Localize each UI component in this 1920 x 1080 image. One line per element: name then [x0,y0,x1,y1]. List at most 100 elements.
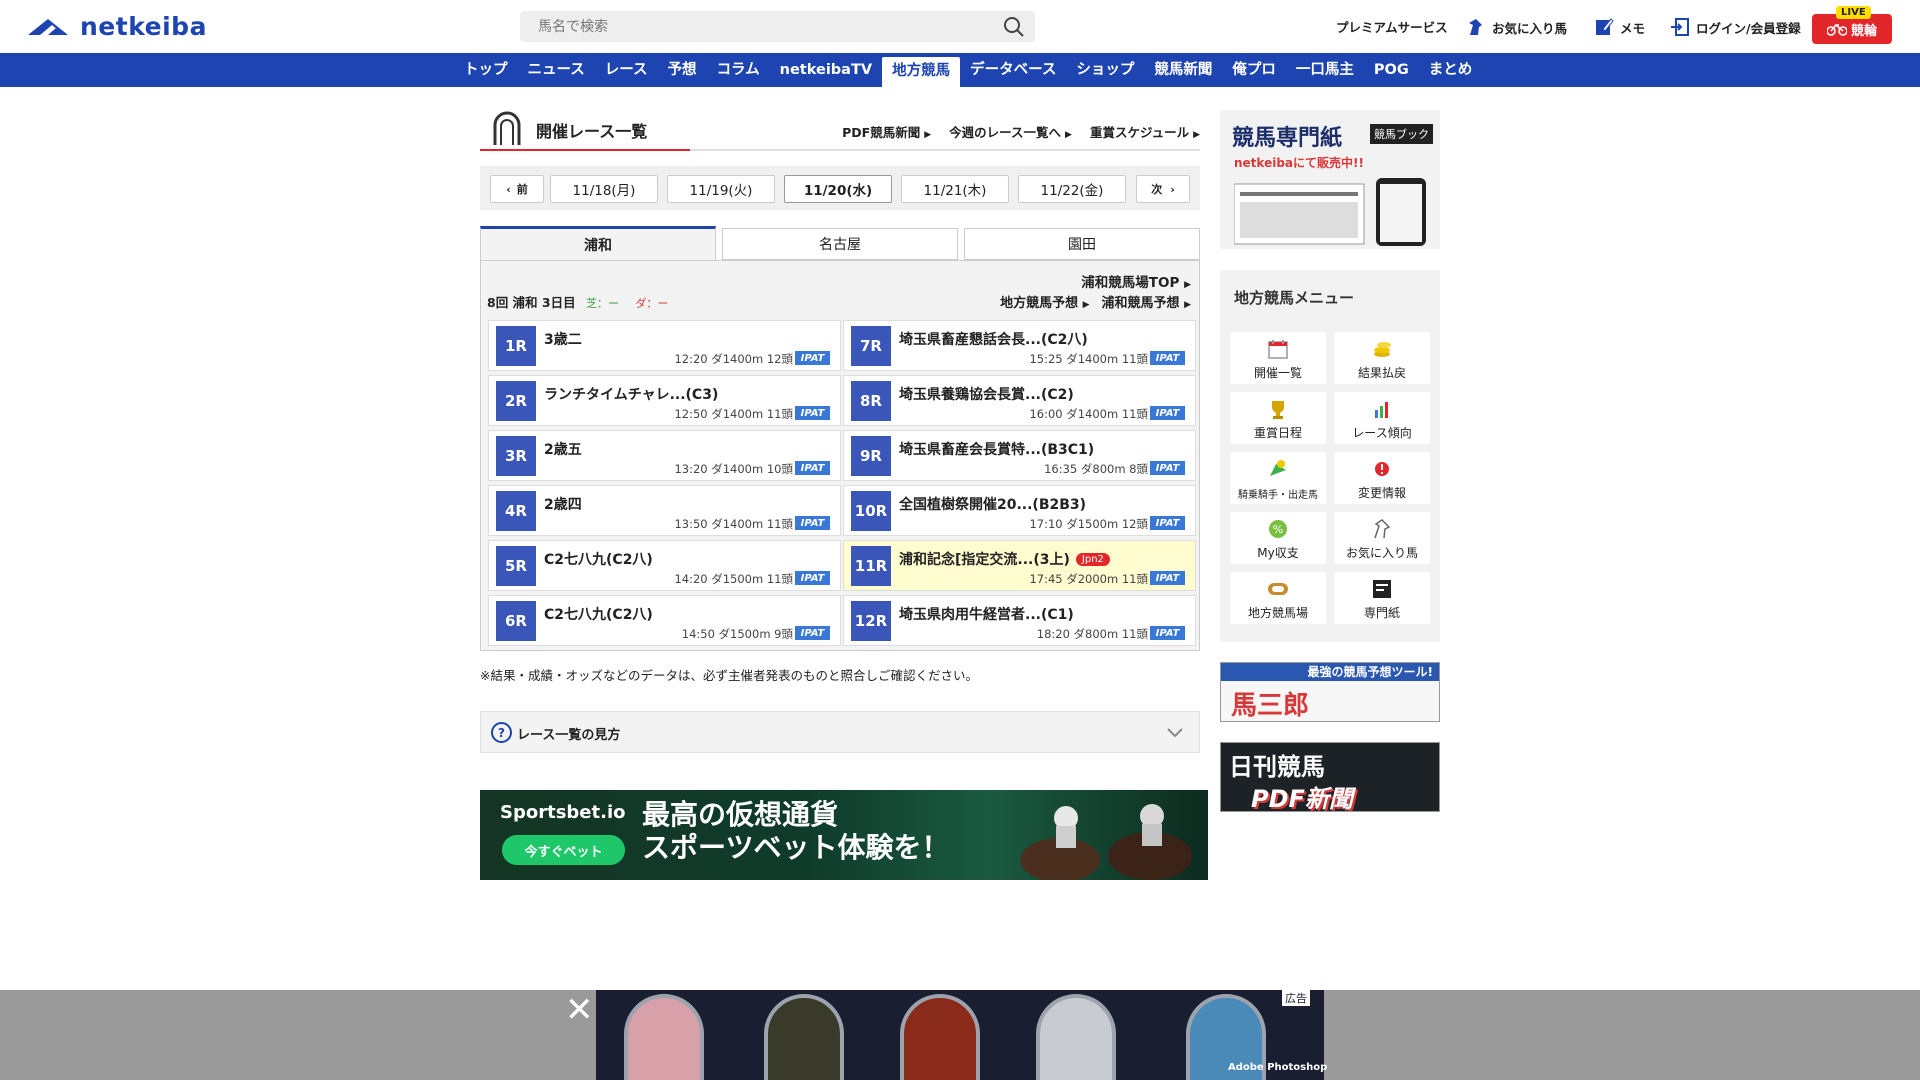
data-notice: ※結果・成績・オッズなどのデータは、必ず主催者発表のものと照合しご確認ください。 [480,668,978,683]
next-day-button[interactable]: 次 › [1136,175,1190,203]
nikkan-keiba-ad[interactable]: 日刊競馬 PDF新聞 [1220,742,1440,812]
nav-item[interactable]: ニュース [518,53,595,87]
race-number: 8R [851,381,891,421]
tab-sonoda[interactable]: 園田 [964,228,1200,260]
svg-text:%: % [1273,523,1283,536]
page-title-row: 開催レース一覧 PDF競馬新聞 ▶ 今週のレース一覧へ ▶ 重賞スケジュール ▶ [480,105,1200,151]
race-name: 浦和記念[指定交流...(3上) Jpn2 [899,549,1110,569]
race-row[interactable]: 8R 埼玉県養鶏協会長賞...(C2) 16:00 ダ1400m 11頭 IPA… [843,375,1196,426]
login-link[interactable]: ログイン/会員登録 [1670,17,1801,37]
prev-day-button[interactable]: ‹ 前 [490,175,544,203]
nav-item[interactable]: 俺プロ [1222,53,1286,87]
arrow-right-icon: ▶ [1184,300,1191,310]
race-row[interactable]: 1R 3歳二 12:20 ダ1400m 12頭 IPAT [488,320,841,371]
nav-item[interactable]: 予想 [658,53,707,87]
menu-racecourses[interactable]: 地方競馬場 [1230,572,1326,624]
ipat-badge[interactable]: IPAT [795,571,830,585]
menu-my-balance[interactable]: % My収支 [1230,512,1326,564]
race-row[interactable]: 12R 埼玉県肉用牛経営者...(C1) 18:20 ダ800m 11頭 IPA… [843,595,1196,646]
date-button[interactable]: 11/21(木) [901,175,1009,203]
ipat-badge[interactable]: IPAT [795,351,830,365]
nav-item[interactable]: データベース [960,53,1066,87]
menu-kaisai[interactable]: 開催一覧 [1230,332,1326,384]
race-number: 12R [851,601,891,641]
search-icon[interactable] [1003,16,1025,38]
ipat-badge[interactable]: IPAT [1150,626,1185,640]
race-row[interactable]: 10R 全国植樹祭開催20...(B2B3) 17:10 ダ1500m 12頭 … [843,485,1196,536]
race-info: 14:20 ダ1500m 11頭 [674,572,793,586]
race-info: 17:10 ダ1500m 12頭 [1029,517,1148,531]
menu-favorite-horses[interactable]: お気に入り馬 [1334,512,1430,564]
date-button[interactable]: 11/18(月) [550,175,658,203]
ipat-badge[interactable]: IPAT [795,461,830,475]
nav-item[interactable]: トップ [454,53,518,87]
nav-item[interactable]: 一口馬主 [1286,53,1364,87]
howto-accordion[interactable]: ? レース一覧の見方 [480,711,1200,753]
ipat-badge[interactable]: IPAT [1150,461,1185,475]
weekly-races-link[interactable]: 今週のレース一覧へ ▶ [949,122,1072,141]
question-icon: ? [491,722,512,743]
race-name: 全国植樹祭開催20...(B2B3) [899,497,1087,513]
race-row[interactable]: 3R 2歳五 13:20 ダ1400m 10頭 IPAT [488,430,841,481]
menu-papers[interactable]: 専門紙 [1334,572,1430,624]
premium-link[interactable]: プレミアムサービス [1336,17,1448,36]
ipat-badge[interactable]: IPAT [1150,571,1185,585]
tab-nagoya[interactable]: 名古屋 [722,228,958,260]
race-number: 7R [851,326,891,366]
race-row[interactable]: 7R 埼玉県畜産懇話会長...(C2八) 15:25 ダ1400m 11頭 IP… [843,320,1196,371]
bottom-ad-creative[interactable] [596,990,1324,1080]
ipat-badge[interactable]: IPAT [1150,516,1185,530]
race-row[interactable]: 6R C2七八九(C2八) 14:50 ダ1500m 9頭 IPAT [488,595,841,646]
date-button[interactable]: 11/19(火) [667,175,775,203]
memo-link[interactable]: メモ [1594,17,1645,37]
ipat-badge[interactable]: IPAT [795,406,830,420]
nav-item[interactable]: ショップ [1066,53,1144,87]
bottom-ad-bar: ✕ [0,990,1920,1080]
menu-jockey-entries[interactable]: 騎乗騎手・出走馬 [1230,452,1326,504]
nav-item[interactable]: レース [595,53,658,87]
window-image [764,994,844,1080]
keiba-book-ad[interactable]: 競馬専門紙 競馬ブック netkeibaにて販売中!! [1220,110,1440,249]
nav-item[interactable]: コラム [707,53,770,87]
nav-item[interactable]: POG [1364,53,1419,87]
race-row-graded[interactable]: 11R 浦和記念[指定交流...(3上) Jpn2 17:45 ダ2000m 11… [843,540,1196,591]
race-row[interactable]: 9R 埼玉県畜産会長賞特...(B3C1) 16:35 ダ800m 8頭 IPA… [843,430,1196,481]
menu-grade-schedule[interactable]: 重賞日程 [1230,392,1326,444]
nav-item-active[interactable]: 地方競馬 [882,57,961,87]
race-row[interactable]: 4R 2歳四 13:50 ダ1400m 11頭 IPAT [488,485,841,536]
search-input[interactable] [520,11,980,42]
local-prediction-link[interactable]: 地方競馬予想 ▶ [1000,292,1089,311]
nav-item[interactable]: netkeibaTV [770,53,882,87]
race-number: 6R [496,601,536,641]
race-row[interactable]: 2R ランチタイムチャレ...(C3) 12:50 ダ1400m 11頭 IPA… [488,375,841,426]
umasaburo-ad[interactable]: 最強の競馬予想ツール! 馬三郎 [1220,662,1440,722]
venue-top-link[interactable]: 浦和競馬場TOP ▶ [1081,271,1191,291]
date-button[interactable]: 11/22(金) [1018,175,1126,203]
menu-changes[interactable]: 変更情報 [1334,452,1430,504]
favorite-link[interactable]: お気に入り馬 [1466,17,1567,37]
race-name: ランチタイムチャレ...(C3) [544,387,719,403]
racecourse-icon [1268,583,1288,595]
grade-schedule-link[interactable]: 重賞スケジュール ▶ [1090,122,1200,141]
ad-cta-button[interactable]: 今すぐベット [502,835,625,865]
nav-item[interactable]: まとめ [1419,53,1483,87]
menu-results[interactable]: 結果払戻 [1334,332,1430,384]
netkeiba-logo[interactable]: netkeiba [26,12,207,41]
tab-urawa[interactable]: 浦和 [480,226,716,260]
sportsbet-ad-banner[interactable]: Sportsbet.io 今すぐベット 最高の仮想通貨 スポーツベット体験を！ [480,790,1208,880]
urawa-prediction-link[interactable]: 浦和競馬予想 ▶ [1102,292,1191,311]
ipat-badge[interactable]: IPAT [795,626,830,640]
date-button-active[interactable]: 11/20(水) [784,175,892,203]
pdf-newspaper-link[interactable]: PDF競馬新聞 ▶ [842,122,931,141]
ipat-badge[interactable]: IPAT [1150,351,1185,365]
ipat-badge[interactable]: IPAT [1150,406,1185,420]
ipat-badge[interactable]: IPAT [795,516,830,530]
race-number: 4R [496,491,536,531]
nav-item[interactable]: 競馬新聞 [1144,53,1222,87]
race-row[interactable]: 5R C2七八九(C2八) 14:20 ダ1500m 11頭 IPAT [488,540,841,591]
race-number: 5R [496,546,536,586]
menu-race-trend[interactable]: レース傾向 [1334,392,1430,444]
close-icon[interactable]: ✕ [565,990,594,1030]
coins-icon [1374,342,1391,357]
race-info: 15:25 ダ1400m 11頭 [1029,352,1148,366]
